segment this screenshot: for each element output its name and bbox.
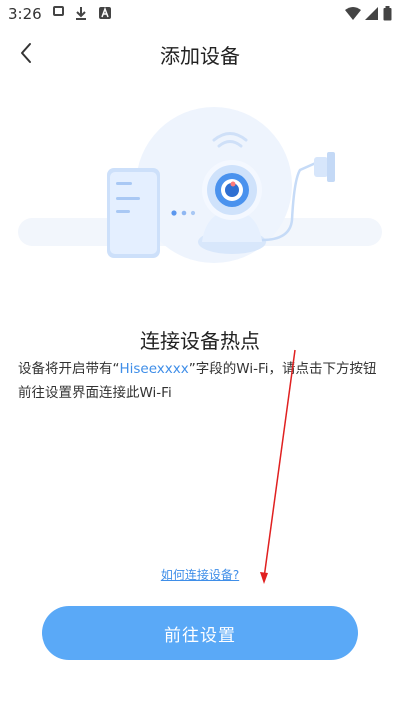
section-heading: 连接设备热点 [140, 329, 260, 353]
nav-bar: 添加设备 [0, 30, 400, 80]
image-icon [53, 6, 64, 16]
ssid-highlight: Hiseexxxx [119, 361, 189, 377]
status-right-icons [345, 6, 392, 21]
camera-icon [198, 160, 266, 254]
status-bar: 3:26 [0, 0, 400, 28]
instruction-text: 设备将开启带有“Hiseexxxx”字段的Wi-Fi，请点击下方按钮前往设置界面… [18, 357, 382, 405]
download-icon [76, 7, 86, 20]
instruction-prefix: 设备将开启带有“ [18, 361, 120, 377]
status-left-icons [53, 6, 112, 20]
page-title: 添加设备 [160, 44, 240, 68]
wifi-icon [345, 6, 361, 20]
go-to-settings-button[interactable]: 前往设置 [42, 606, 358, 660]
status-time: 3:26 [8, 5, 42, 23]
device-hotspot-illustration [18, 107, 382, 263]
signal-icon [365, 6, 378, 20]
how-to-connect-link[interactable]: 如何连接设备? [0, 566, 400, 583]
a-icon [99, 6, 111, 19]
phone-icon [107, 168, 160, 258]
battery-icon [383, 6, 392, 21]
